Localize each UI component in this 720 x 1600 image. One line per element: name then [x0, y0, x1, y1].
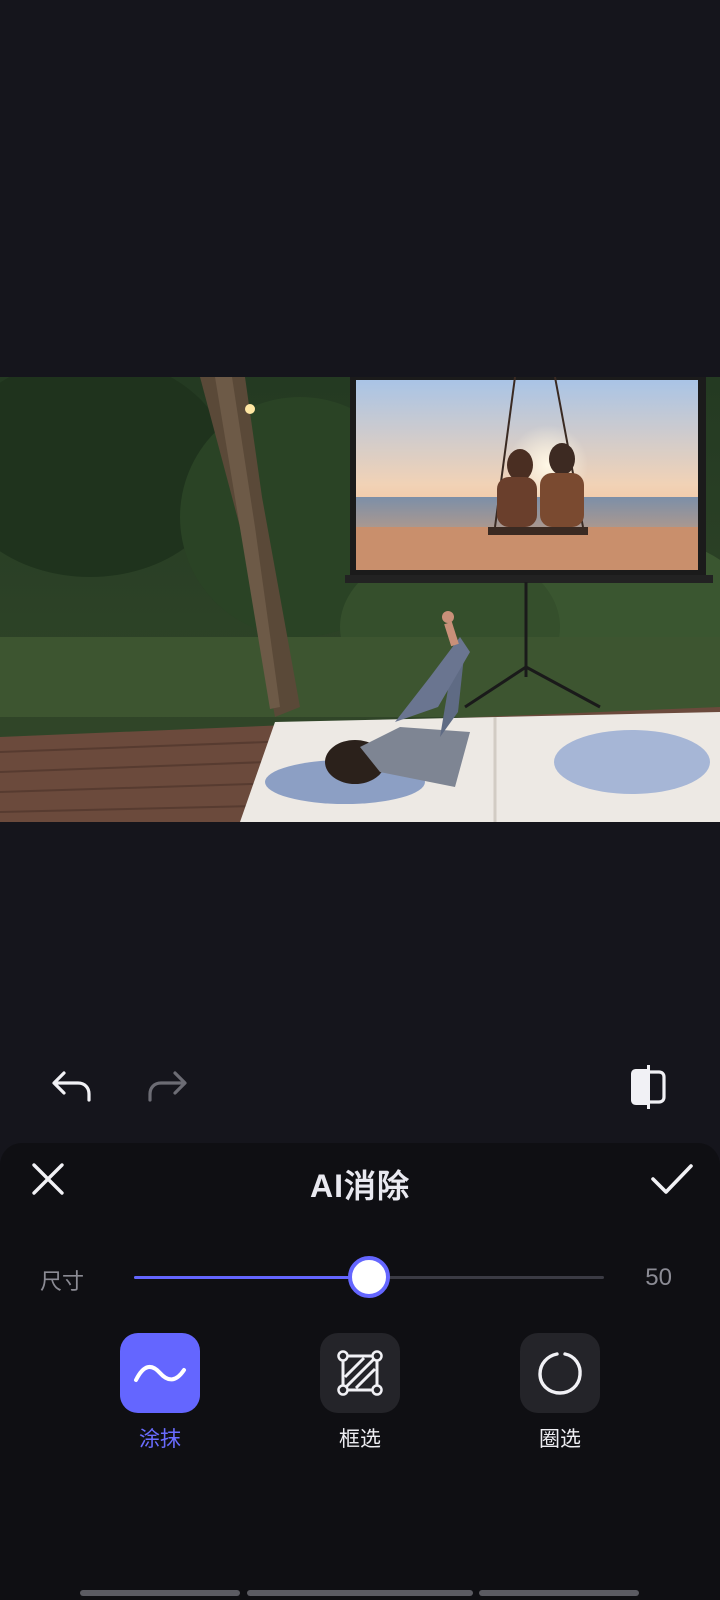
nav-bar-segment	[479, 1590, 639, 1596]
tool-lasso-label: 圈选	[539, 1428, 581, 1451]
redo-button[interactable]	[137, 1057, 197, 1117]
ai-erase-panel: AI消除 尺寸 50 涂抹 框选 圈选	[0, 1143, 720, 1600]
brush-wave-icon	[134, 1365, 186, 1382]
size-value: 50	[645, 1264, 672, 1291]
box-select-icon	[337, 1350, 383, 1396]
size-label: 尺寸	[40, 1269, 85, 1294]
selection-tools: 涂抹 框选 圈选	[0, 1333, 720, 1463]
ai-erase-screen: AI消除 尺寸 50 涂抹 框选 圈选	[0, 0, 720, 1600]
slider-thumb[interactable]	[348, 1256, 390, 1298]
nav-bar-segment	[80, 1590, 240, 1596]
undo-icon	[52, 1071, 91, 1102]
tool-brush-box	[120, 1333, 200, 1413]
tool-box-select-box	[320, 1333, 400, 1413]
brush-size-slider[interactable]	[134, 1248, 604, 1308]
tool-box-select[interactable]: 框选	[300, 1333, 420, 1453]
compare-button[interactable]	[618, 1057, 678, 1117]
nav-bar-segment	[247, 1590, 473, 1596]
tool-brush[interactable]: 涂抹	[100, 1333, 220, 1453]
undo-button[interactable]	[42, 1057, 102, 1117]
history-toolbar	[0, 1040, 720, 1130]
panel-header: AI消除	[0, 1143, 720, 1213]
brush-size-row: 尺寸 50	[0, 1248, 720, 1308]
confirm-button[interactable]	[644, 1151, 700, 1207]
redo-icon	[148, 1071, 187, 1102]
photo-scene	[0, 377, 720, 822]
checkmark-icon	[651, 1164, 693, 1194]
tool-lasso[interactable]: 圈选	[500, 1333, 620, 1453]
tool-lasso-box	[520, 1333, 600, 1413]
panel-title: AI消除	[309, 1168, 410, 1204]
edited-photo[interactable]	[0, 377, 720, 822]
tool-brush-label: 涂抹	[139, 1428, 181, 1451]
compare-icon	[631, 1065, 666, 1109]
slider-fill	[134, 1276, 369, 1279]
lasso-circle-icon	[538, 1352, 582, 1395]
editing-canvas[interactable]	[0, 0, 720, 1040]
tool-box-select-label: 框选	[339, 1428, 381, 1451]
